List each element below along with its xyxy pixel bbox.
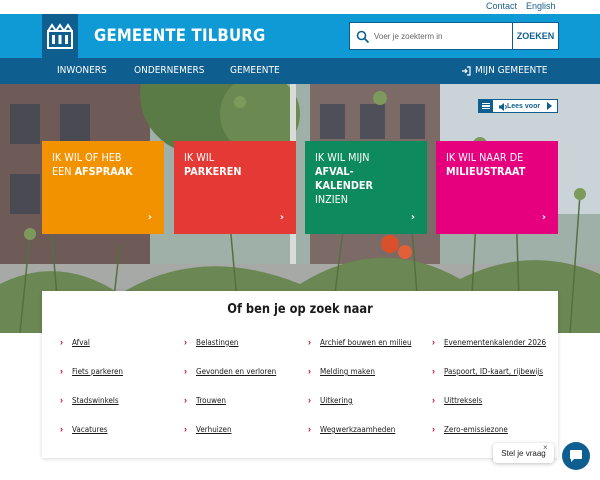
- site-title[interactable]: GEMEENTE TILBURG: [94, 26, 265, 46]
- chevron-right-icon: ›: [279, 212, 284, 223]
- quick-link-wegwerkzaamheden[interactable]: Wegwerkzaamheden: [320, 425, 395, 434]
- read-aloud-label: Lees voor: [507, 102, 541, 110]
- tile-afspraak-line1: IK WIL OF HEB: [52, 151, 122, 164]
- tilburg-crest-icon: [47, 23, 73, 49]
- chevron-right-icon: ›: [184, 395, 187, 405]
- chevron-right-icon: ›: [60, 337, 63, 347]
- chevron-right-icon: ›: [147, 212, 152, 223]
- quick-link-uitkering[interactable]: Uitkering: [320, 396, 353, 405]
- quick-link-vacatures[interactable]: Vacatures: [72, 425, 108, 434]
- site-header: GEMEENTE TILBURG ZOEKEN: [0, 14, 600, 58]
- chevron-right-icon: ›: [308, 395, 311, 405]
- search-input[interactable]: [374, 24, 509, 48]
- quick-link-belastingen[interactable]: Belastingen: [196, 338, 238, 347]
- tile-afspraak-line2: EEN AFSPRAAK: [52, 165, 142, 179]
- search-icon: [356, 30, 370, 44]
- close-icon[interactable]: ×: [543, 443, 548, 452]
- quick-link-verhuizen[interactable]: Verhuizen: [196, 425, 232, 434]
- mijn-gemeente-label: MIJN GEMEENTE: [475, 65, 548, 76]
- tile-afspraak-line2a: EEN: [52, 165, 75, 178]
- tile-parkeren-line2: PARKEREN: [184, 165, 274, 179]
- quick-link-afval[interactable]: Afval: [72, 338, 90, 347]
- quick-link-melding[interactable]: Melding maken: [320, 367, 375, 376]
- main-nav: INWONERS ONDERNEMERS GEMEENTE MIJN GEMEE…: [0, 58, 600, 84]
- nav-item-gemeente[interactable]: GEMEENTE: [230, 65, 280, 76]
- read-aloud-menu-icon[interactable]: [479, 100, 493, 112]
- chevron-right-icon: ›: [184, 366, 187, 376]
- quick-link-fiets-parkeren[interactable]: Fiets parkeren: [72, 367, 123, 376]
- read-aloud-widget[interactable]: Lees voor: [478, 99, 558, 113]
- quick-link-paspoort[interactable]: Paspoort, ID-kaart, rijbewijs: [444, 367, 543, 376]
- tile-afvalkalender-line4: INZIEN: [315, 193, 348, 206]
- chevron-right-icon: ›: [432, 424, 435, 434]
- chevron-right-icon: ›: [308, 366, 311, 376]
- quick-link-evenementenkalender[interactable]: Evenementenkalender 2026: [444, 338, 546, 347]
- chevron-right-icon: ›: [410, 212, 415, 223]
- quick-link-uittreksels[interactable]: Uittreksels: [444, 396, 482, 405]
- quick-search-title: Of ben je op zoek naar: [227, 302, 373, 317]
- quick-link-zero-emissiezone[interactable]: Zero-emissiezone: [444, 425, 508, 434]
- speaker-icon: [499, 103, 507, 111]
- english-link[interactable]: English: [526, 1, 556, 11]
- tile-milieustraat-line2b: MILIEUSTRAAT: [446, 165, 526, 178]
- tile-afvalkalender-line3: KALENDER: [315, 179, 405, 193]
- tile-afvalkalender-line3b: KALENDER: [315, 179, 373, 192]
- chevron-right-icon: ›: [308, 337, 311, 347]
- nav-item-inwoners[interactable]: INWONERS: [57, 65, 107, 76]
- site-logo[interactable]: [42, 14, 78, 58]
- tile-milieustraat-line2: MILIEUSTRAAT: [446, 165, 536, 179]
- tile-afvalkalender[interactable]: IK WIL MIJN AFVAL- KALENDER INZIEN ›: [305, 141, 427, 234]
- chevron-right-icon: ›: [184, 424, 187, 434]
- chat-icon: [570, 450, 582, 462]
- tile-afvalkalender-line1: IK WIL MIJN: [315, 151, 370, 164]
- tile-afspraak-line2b: AFSPRAAK: [74, 165, 133, 178]
- tile-afspraak[interactable]: IK WIL OF HEB EEN AFSPRAAK ›: [42, 141, 164, 234]
- chevron-right-icon: ›: [60, 366, 63, 376]
- mijn-gemeente-link[interactable]: MIJN GEMEENTE: [461, 65, 555, 76]
- quick-link-trouwen[interactable]: Trouwen: [196, 396, 226, 405]
- quick-search-panel: Of ben je op zoek naar › Afval › Belasti…: [42, 291, 558, 458]
- chevron-right-icon: ›: [541, 212, 546, 223]
- contact-link[interactable]: Contact: [486, 1, 517, 11]
- tile-parkeren[interactable]: IK WIL PARKEREN ›: [174, 141, 296, 234]
- utility-bar: Contact English: [0, 0, 600, 14]
- chevron-right-icon: ›: [432, 395, 435, 405]
- play-icon: [547, 102, 553, 110]
- nav-item-ondernemers[interactable]: ONDERNEMERS: [134, 65, 205, 76]
- chevron-right-icon: ›: [432, 337, 435, 347]
- chevron-right-icon: ›: [184, 337, 187, 347]
- quick-link-archief[interactable]: Archief bouwen en milieu: [320, 338, 412, 347]
- chat-button[interactable]: [562, 442, 590, 470]
- search-button[interactable]: ZOEKEN: [512, 23, 558, 49]
- chevron-right-icon: ›: [60, 424, 63, 434]
- tile-parkeren-line2b: PARKEREN: [184, 165, 242, 178]
- quick-link-stadswinkels[interactable]: Stadswinkels: [72, 396, 119, 405]
- quick-link-gevonden[interactable]: Gevonden en verloren: [196, 367, 276, 376]
- tile-milieustraat[interactable]: IK WIL NAAR DE MILIEUSTRAAT ›: [436, 141, 558, 234]
- chevron-right-icon: ›: [60, 395, 63, 405]
- tile-afvalkalender-line2b: AFVAL-: [315, 165, 354, 178]
- search-bar: ZOEKEN: [349, 22, 559, 50]
- chevron-right-icon: ›: [308, 424, 311, 434]
- tile-parkeren-line1: IK WIL: [184, 151, 215, 164]
- login-icon: [462, 65, 471, 76]
- chevron-right-icon: ›: [432, 366, 435, 376]
- tile-milieustraat-line1: IK WIL NAAR DE: [446, 151, 524, 164]
- tile-afvalkalender-line2: AFVAL-: [315, 165, 405, 179]
